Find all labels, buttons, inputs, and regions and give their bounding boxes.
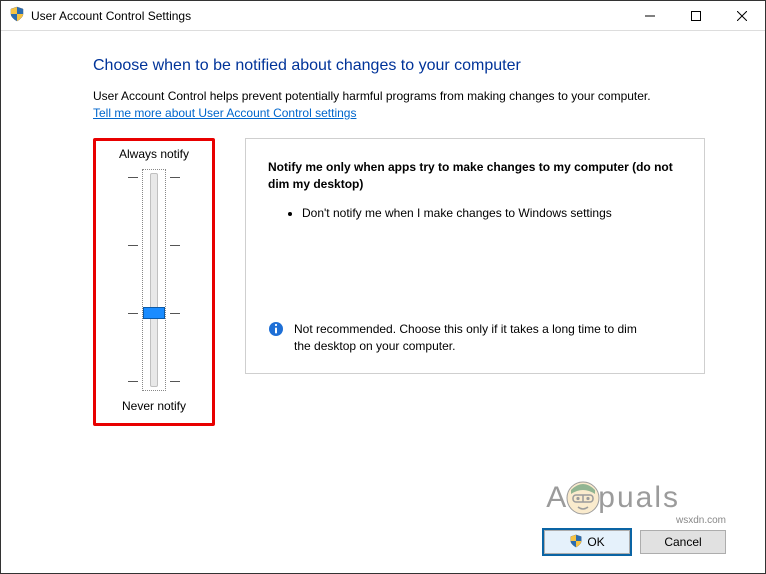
slider-panel: Always notify Never notify (93, 138, 215, 426)
level-detail-item: Don't notify me when I make changes to W… (302, 205, 642, 222)
main-area: Always notify Never notify Notify me onl… (93, 138, 713, 426)
wsxdn-watermark: wsxdn.com (676, 515, 726, 526)
close-button[interactable] (719, 1, 765, 30)
ok-label: OK (587, 535, 604, 549)
slider-top-label: Always notify (119, 147, 189, 161)
cancel-label: Cancel (664, 535, 701, 549)
uac-shield-icon (569, 534, 583, 551)
page-subtext: User Account Control helps prevent poten… (93, 89, 713, 103)
ok-button[interactable]: OK (544, 530, 630, 554)
level-description-panel: Notify me only when apps try to make cha… (245, 138, 705, 374)
slider-bottom-label: Never notify (122, 399, 186, 413)
content-area: Choose when to be notified about changes… (1, 31, 765, 426)
maximize-button[interactable] (673, 1, 719, 30)
dialog-buttons: OK Cancel (544, 530, 726, 554)
window-title: User Account Control Settings (31, 9, 627, 23)
minimize-button[interactable] (627, 1, 673, 30)
level-warning: Not recommended. Choose this only if it … (268, 321, 682, 355)
slider-thumb[interactable] (143, 307, 165, 319)
page-heading: Choose when to be notified about changes… (93, 57, 713, 75)
level-title: Notify me only when apps try to make cha… (268, 159, 682, 193)
cancel-button[interactable]: Cancel (640, 530, 726, 554)
level-details-list: Don't notify me when I make changes to W… (268, 205, 682, 222)
info-icon (268, 321, 284, 342)
uac-shield-icon (9, 6, 25, 25)
notification-level-slider[interactable] (140, 169, 168, 391)
window-controls (627, 1, 765, 30)
learn-more-link[interactable]: Tell me more about User Account Control … (93, 106, 356, 120)
watermark: A puals (546, 480, 680, 516)
watermark-face-icon (565, 480, 601, 516)
titlebar: User Account Control Settings (1, 1, 765, 31)
level-warning-text: Not recommended. Choose this only if it … (294, 321, 654, 355)
